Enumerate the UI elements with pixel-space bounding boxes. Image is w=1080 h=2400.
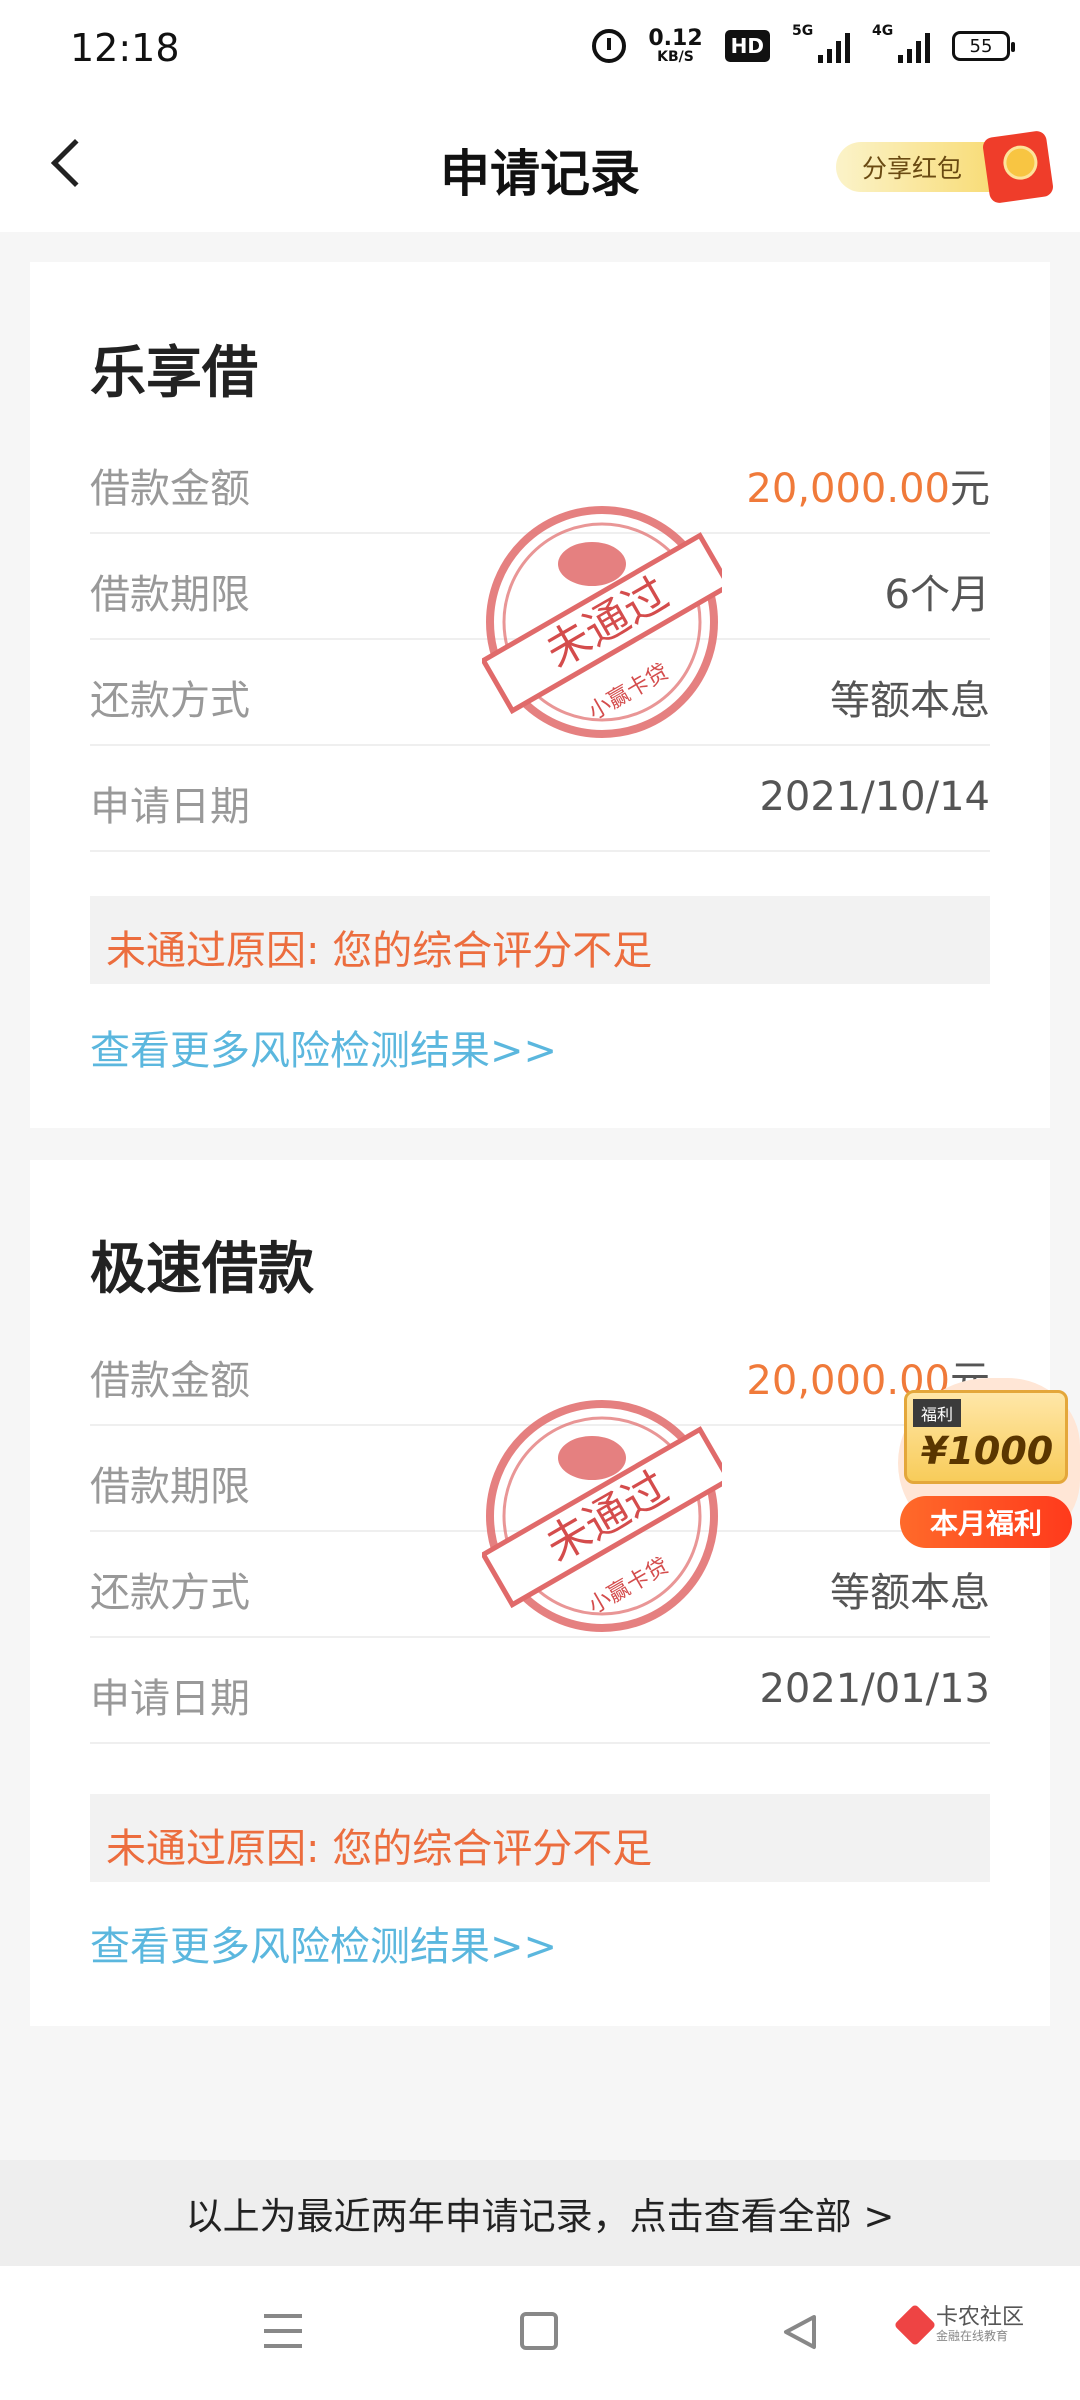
welfare-coupon: 福利 ¥1000 bbox=[904, 1390, 1068, 1484]
loan-term-row: 借款期限 6个月 bbox=[90, 534, 990, 640]
repayment-method-row: 还款方式 等额本息 bbox=[90, 640, 990, 746]
risk-detection-link[interactable]: 查看更多风险检测结果>> bbox=[90, 1914, 557, 1972]
signal-4g-icon: 4G bbox=[872, 23, 930, 63]
rejection-reason-box: 未通过原因: 您的综合评分不足 bbox=[90, 896, 990, 984]
repayment-method-value: 等额本息 bbox=[830, 678, 990, 724]
status-icons: 0.12 KB/S HD 5G 4G 55 bbox=[592, 23, 1015, 65]
status-time: 12:18 bbox=[70, 26, 180, 70]
repayment-method-label: 还款方式 bbox=[90, 678, 250, 724]
monthly-welfare-button[interactable]: 本月福利 bbox=[900, 1496, 1072, 1548]
apply-date-row: 申请日期 2021/10/14 bbox=[90, 746, 990, 852]
network-speed: 0.12 KB/S bbox=[648, 26, 703, 65]
watermark-text: 卡农社区 金融在线教育 bbox=[936, 2305, 1025, 2344]
watermark-name: 卡农社区 bbox=[936, 2305, 1025, 2330]
loan-amount-unit: 元 bbox=[950, 466, 990, 512]
share-red-packet-button[interactable]: 分享红包 bbox=[836, 129, 1055, 205]
watermark-logo-icon bbox=[893, 2303, 937, 2346]
back-triangle-icon[interactable] bbox=[782, 2314, 818, 2350]
monthly-welfare-float[interactable]: 福利 ¥1000 本月福利 bbox=[888, 1378, 1080, 1558]
home-square-icon[interactable] bbox=[520, 2312, 558, 2350]
signal-5g-label: 5G bbox=[792, 23, 814, 39]
product-name: 乐享借 bbox=[90, 341, 258, 406]
menu-icon[interactable] bbox=[264, 2314, 302, 2348]
red-packet-icon bbox=[981, 129, 1055, 205]
loan-amount-row: 借款金额 20,000.00元 bbox=[90, 1320, 990, 1426]
welfare-amount: ¥1000 bbox=[921, 1429, 1054, 1473]
loan-amount-row: 借款金额 20,000.00元 bbox=[90, 428, 990, 534]
product-name: 极速借款 bbox=[90, 1237, 314, 1302]
hd-voice-icon: HD bbox=[724, 30, 770, 62]
loan-term-row: 借款期限 6 bbox=[90, 1426, 990, 1532]
loan-term-value: 6个月 bbox=[884, 572, 990, 618]
status-bar: 12:18 0.12 KB/S HD 5G 4G 55 bbox=[0, 0, 1080, 100]
repayment-method-label: 还款方式 bbox=[90, 1570, 250, 1616]
rejection-reason-text: 未通过原因: 您的综合评分不足 bbox=[106, 928, 653, 974]
record-card: 乐享借 借款金额 20,000.00元 借款期限 6个月 还款方式 等额本息 申… bbox=[30, 262, 1050, 1128]
rejection-reason-box: 未通过原因: 您的综合评分不足 bbox=[90, 1794, 990, 1882]
apply-date-label: 申请日期 bbox=[90, 1676, 250, 1722]
repayment-method-row: 还款方式 等额本息 bbox=[90, 1532, 990, 1638]
signal-4g-label: 4G bbox=[872, 23, 894, 39]
loan-amount-number: 20,000.00 bbox=[746, 466, 950, 512]
loan-amount-label: 借款金额 bbox=[90, 1358, 250, 1404]
risk-detection-link[interactable]: 查看更多风险检测结果>> bbox=[90, 1018, 557, 1076]
welfare-tag: 福利 bbox=[913, 1399, 962, 1427]
record-card: 极速借款 借款金额 20,000.00元 借款期限 6 还款方式 等额本息 申请… bbox=[30, 1160, 1050, 2026]
battery-icon: 55 bbox=[952, 31, 1015, 61]
apply-date-value: 2021/10/14 bbox=[759, 774, 990, 820]
loan-term-label: 借款期限 bbox=[90, 572, 250, 618]
watermark-slogan: 金融在线教育 bbox=[936, 2329, 1009, 2344]
rejection-reason-text: 未通过原因: 您的综合评分不足 bbox=[106, 1826, 653, 1872]
apply-date-row: 申请日期 2021/01/13 bbox=[90, 1638, 990, 1744]
loan-term-label: 借款期限 bbox=[90, 1464, 250, 1510]
network-speed-value: 0.12 bbox=[648, 26, 703, 51]
apply-date-value: 2021/01/13 bbox=[759, 1666, 990, 1712]
repayment-method-value: 等额本息 bbox=[830, 1570, 990, 1616]
view-all-records-link[interactable]: 以上为最近两年申请记录，点击查看全部 > bbox=[0, 2160, 1080, 2266]
nav-bar: 申请记录 分享红包 bbox=[0, 100, 1080, 232]
network-speed-unit: KB/S bbox=[657, 49, 694, 65]
signal-5g-icon: 5G bbox=[792, 23, 850, 63]
alarm-icon bbox=[592, 29, 627, 63]
system-nav-bar: 卡农社区 金融在线教育 bbox=[0, 2266, 1080, 2400]
loan-amount-value: 20,000.00元 bbox=[746, 456, 990, 514]
loan-amount-label: 借款金额 bbox=[90, 466, 250, 512]
apply-date-label: 申请日期 bbox=[90, 784, 250, 830]
watermark: 卡农社区 金融在线教育 bbox=[893, 2303, 1025, 2346]
